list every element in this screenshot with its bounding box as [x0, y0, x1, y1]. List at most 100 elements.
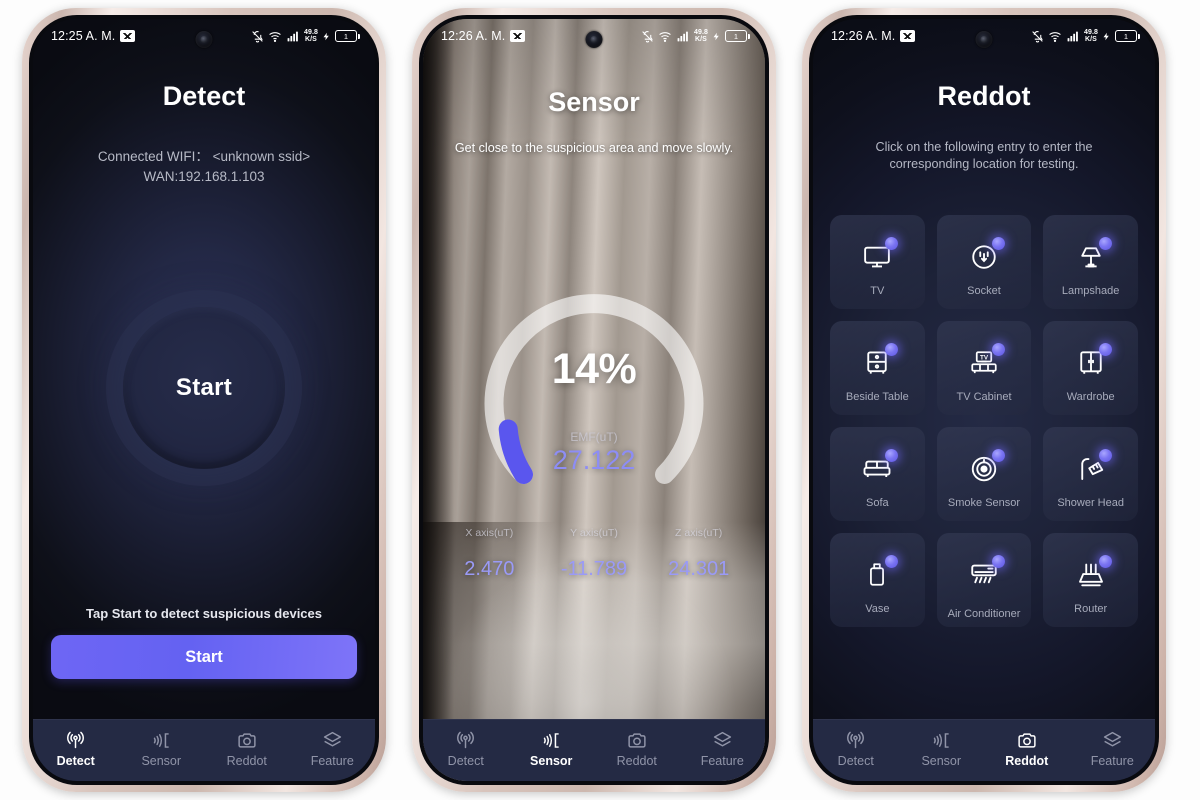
svg-text:TV: TV [980, 354, 989, 361]
lampshade-icon-box [1071, 237, 1112, 277]
nav-item-reddot[interactable]: Reddot [204, 730, 290, 768]
grid-item-label: Air Conditioner [947, 607, 1021, 620]
nav-item-reddot[interactable]: Reddot [984, 730, 1070, 768]
network-activity-icon [900, 30, 916, 42]
status-time: 12:26 A. M. [831, 29, 896, 43]
grid-item-air-conditioner[interactable]: Air Conditioner [936, 533, 1032, 627]
nav-item-feature[interactable]: Feature [680, 730, 766, 768]
grid-item-wardrobe[interactable]: Wardrobe [1043, 321, 1138, 415]
phone-screen-detect: 12:25 A. M. 49.8 K/S 1 Detect Connected … [33, 19, 375, 781]
axis-z-value: 24.301 [668, 558, 730, 580]
nav-item-detect[interactable]: Detect [33, 730, 119, 768]
page-title: Sensor [548, 87, 640, 117]
grid-item-shower-head[interactable]: Shower Head [1043, 427, 1138, 521]
grid-item-sofa[interactable]: Sofa [830, 427, 925, 521]
emf-label: EMF(uT) [570, 430, 618, 444]
grid-item-label: Socket [967, 284, 1001, 297]
detect-hint-text: Tap Start to detect suspicious devices [86, 606, 322, 621]
grid-item-label: Router [1074, 602, 1108, 615]
emf-gauge: 14% EMF(uT) 27.122 [473, 283, 715, 525]
network-speed-value: 49.8 [303, 29, 318, 36]
gauge-percent: 14% [551, 345, 637, 393]
grid-item-tv-cabinet[interactable]: TV TV Cabinet [936, 321, 1032, 415]
battery-icon: 1 [335, 30, 360, 42]
nav-item-sensor[interactable]: Sensor [119, 730, 205, 768]
shower-head-icon-box [1071, 449, 1112, 489]
nav-label-sensor: Sensor [141, 753, 182, 768]
reddot-indicator [1098, 343, 1112, 356]
location-grid: TV Socket Lampshade Beside Table TV TV C… [830, 215, 1138, 627]
axis-y-value: -11.789 [560, 558, 628, 580]
tv-cabinet-icon-box: TV [964, 343, 1005, 383]
emf-value: 27.122 [552, 445, 636, 475]
nav-item-feature[interactable]: Feature [290, 730, 376, 768]
grid-item-router[interactable]: Router [1043, 533, 1138, 627]
nav-item-sensor[interactable]: Sensor [899, 730, 985, 768]
nav-item-detect[interactable]: Detect [423, 730, 509, 768]
axis-z: Z axis(uT) 24.301 [646, 527, 751, 581]
start-circle-label: Start [175, 374, 233, 401]
grid-item-beside-table[interactable]: Beside Table [830, 321, 925, 415]
grid-item-socket[interactable]: Socket [936, 215, 1032, 309]
grid-item-label: Sofa [866, 496, 889, 509]
network-speed-value: 49.8 [693, 29, 708, 36]
reddot-indicator [885, 449, 899, 462]
gauge-readout: 14% EMF(uT) 27.122 [473, 345, 715, 476]
nav-item-detect[interactable]: Detect [813, 730, 899, 768]
wifi-icon [659, 31, 671, 42]
sensor-waves-icon [543, 732, 559, 748]
status-bar-right: 49.8 K/S 1 [251, 29, 360, 43]
nav-item-feature[interactable]: Feature [1070, 730, 1156, 768]
grid-item-tv[interactable]: TV [830, 215, 925, 309]
nav-label-detect: Detect [447, 753, 484, 768]
start-button[interactable]: Start [51, 635, 357, 679]
network-speed-unit: K/S [1084, 36, 1097, 43]
reddot-indicator [991, 343, 1005, 356]
nav-item-reddot[interactable]: Reddot [594, 730, 680, 768]
wifi-icon [269, 31, 281, 42]
battery-level: 1 [1123, 31, 1129, 41]
network-activity-icon [120, 30, 136, 42]
air-conditioner-icon-box [964, 555, 1005, 595]
grid-item-label: TV [870, 284, 885, 297]
grid-item-vase[interactable]: Vase [830, 533, 925, 627]
radio-antenna-icon [67, 731, 85, 748]
tv-icon-box [857, 237, 899, 277]
front-camera-punchhole [975, 31, 993, 48]
status-time: 12:25 A. M. [51, 29, 116, 43]
nav-label-sensor: Sensor [530, 753, 573, 768]
sensor-waves-icon [153, 732, 169, 748]
bell-off-icon [642, 30, 653, 42]
nav-item-sensor[interactable]: Sensor [509, 730, 595, 768]
radio-antenna-icon [847, 731, 865, 748]
grid-item-lampshade[interactable]: Lampshade [1043, 215, 1138, 309]
camera-icon [1018, 732, 1036, 748]
grid-item-label: Shower Head [1057, 496, 1124, 509]
nav-label-feature: Feature [310, 753, 354, 768]
network-speed-value: 49.8 [1083, 29, 1098, 36]
grid-item-label: Vase [865, 602, 890, 615]
grid-item-smoke-sensor[interactable]: Smoke Sensor [936, 427, 1032, 521]
reddot-indicator [991, 237, 1005, 250]
screenshot-stage: 12:25 A. M. 49.8 K/S 1 Detect Connected … [0, 0, 1200, 800]
network-speed-unit: K/S [304, 36, 317, 43]
start-circle-button[interactable]: Start [123, 307, 285, 469]
battery-level: 1 [343, 31, 349, 41]
axis-y: Y axis(uT) -11.789 [542, 527, 647, 581]
phone-bezel: 12:25 A. M. 49.8 K/S 1 Detect Connected … [29, 15, 379, 785]
nav-label-reddot: Reddot [1005, 753, 1049, 768]
nav-label-feature: Feature [700, 753, 744, 768]
battery-icon: 1 [725, 30, 750, 42]
wan-address-text: WAN:192.168.1.103 [143, 169, 265, 184]
bottom-navigation-bar: Detect Sensor Reddot Feature [33, 719, 375, 781]
network-speed-indicator: 49.8 K/S [694, 29, 708, 43]
axis-x: X axis(uT) 2.470 [437, 527, 542, 581]
signal-bars-icon [677, 31, 688, 41]
network-speed-unit: K/S [694, 36, 707, 43]
axis-x-value: 2.470 [464, 558, 515, 580]
socket-icon-box [964, 237, 1005, 277]
phone-reddot: 12:26 A. M. 49.8 K/S 1 Reddot Click on t… [802, 8, 1166, 792]
sensor-instruction-text: Get close to the suspicious area and mov… [454, 141, 734, 155]
phone-bezel: 12:26 A. M. 49.8 K/S 1 [809, 15, 1159, 785]
camera-icon [628, 732, 646, 748]
